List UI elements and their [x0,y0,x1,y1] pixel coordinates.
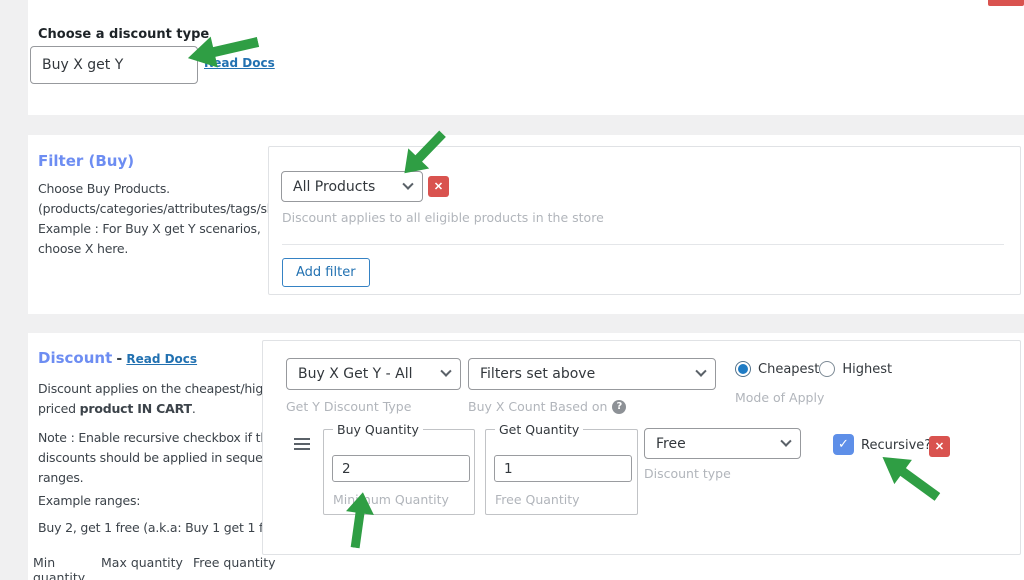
chevron-down-icon [780,435,791,446]
discount-type-card: Choose a discount type Buy X get Y Read … [28,0,1024,115]
heading-separator: - [116,351,122,367]
discount-type-row-hint: Discount type [644,466,731,481]
example-ranges-table-header: Min quantity Max quantity Free quantity [33,555,276,580]
cheapest-radio[interactable] [735,361,751,377]
filter-product-select[interactable]: All Products [281,171,423,202]
get-quantity-hint: Free Quantity [495,492,580,507]
discount-section-title: Discount [38,349,112,367]
discount-type-row-value: Free [656,436,686,452]
discount-type-select[interactable]: Buy X get Y [30,46,198,84]
recursive-checkbox[interactable]: ✓ [833,434,854,455]
discount-type-select-value: Buy X get Y [42,57,123,73]
buy-x-count-select[interactable]: Filters set above [468,358,716,390]
top-right-danger-button-fragment[interactable] [988,0,1024,6]
free-quantity-header: Free quantity [193,555,276,580]
add-filter-button[interactable]: Add filter [282,258,370,287]
discount-rule-panel: Buy X Get Y - All Get Y Discount Type Fi… [262,340,1021,555]
buy-quantity-fieldset: Buy Quantity Minimum Quantity [323,429,475,515]
buy-quantity-legend: Buy Quantity [333,422,423,437]
discount-type-label: Choose a discount type [38,27,209,42]
chevron-down-icon [402,178,413,189]
filter-section-description: Choose Buy Products. (products/categorie… [38,179,290,259]
discount-description-example: Example ranges: [38,491,140,511]
x-icon: ✕ [935,440,944,453]
max-quantity-header: Max quantity [101,555,183,580]
remove-range-button[interactable]: ✕ [929,436,950,457]
get-quantity-legend: Get Quantity [495,422,583,437]
discount-description-range: Buy 2, get 1 free (a.k.a: Buy 1 get 1 fr… [38,518,288,538]
filter-panel-divider [282,244,1004,245]
get-y-discount-type-value: Buy X Get Y - All [298,366,413,382]
buy-x-count-value: Filters set above [480,366,595,382]
discount-type-row-select[interactable]: Free [644,428,801,459]
discount-description-1: Discount applies on the cheapest/highest… [38,379,289,419]
get-quantity-fieldset: Get Quantity Free Quantity [485,429,638,515]
buy-quantity-hint: Minimum Quantity [333,492,449,507]
recursive-label: Recursive? [861,438,931,453]
read-docs-link[interactable]: Read Docs [204,56,275,70]
description-bold-text: product IN CART [80,401,192,416]
highest-radio[interactable] [819,361,835,377]
get-y-discount-type-hint: Get Y Discount Type [286,399,411,414]
drag-handle-icon[interactable] [294,438,310,450]
discount-rule-editor: Choose a discount type Buy X get Y Read … [0,0,1024,580]
buy-x-count-hint-row: Buy X Count Based on ? [468,399,626,414]
cheapest-radio-label: Cheapest [758,362,819,377]
remove-filter-button[interactable]: ✕ [428,176,449,197]
buy-quantity-input[interactable] [332,455,470,482]
filter-panel: All Products ✕ Discount applies to all e… [268,146,1021,295]
buy-x-count-hint: Buy X Count Based on [468,399,607,414]
discount-description-note: Note : Enable recursive checkbox if the … [38,428,289,488]
discount-card: Discount - Read Docs Discount applies on… [28,333,1024,580]
filter-buy-card: Filter (Buy) Choose Buy Products. (produ… [28,135,1024,314]
check-icon: ✓ [838,437,849,452]
discount-read-docs-link[interactable]: Read Docs [126,352,197,366]
chevron-down-icon [440,366,451,377]
get-quantity-input[interactable] [494,455,632,482]
question-icon[interactable]: ? [612,400,626,414]
mode-of-apply-group: Cheapest Highest [735,361,892,377]
get-y-discount-type-select[interactable]: Buy X Get Y - All [286,358,461,390]
filter-product-select-value: All Products [293,179,375,195]
chevron-down-icon [695,366,706,377]
highest-radio-label: Highest [842,362,892,377]
x-icon: ✕ [434,180,443,193]
discount-heading-row: Discount - Read Docs [38,349,197,367]
filter-hint: Discount applies to all eligible product… [282,210,604,225]
filter-section-title: Filter (Buy) [38,152,134,170]
mode-of-apply-hint: Mode of Apply [735,390,824,405]
min-quantity-header: Min quantity [33,555,91,580]
